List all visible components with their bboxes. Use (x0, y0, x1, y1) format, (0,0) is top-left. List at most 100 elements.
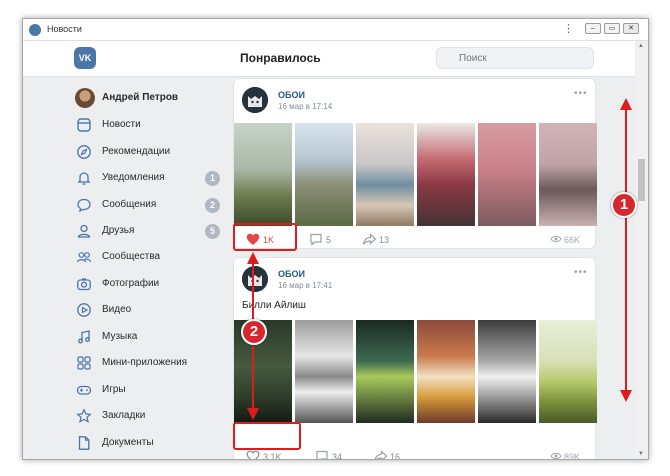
star-icon (76, 408, 92, 423)
post-photo[interactable] (539, 123, 597, 226)
post-photo[interactable] (417, 320, 475, 423)
post-photo[interactable] (234, 123, 292, 226)
like-highlight-box (233, 223, 297, 251)
post-photo[interactable] (295, 123, 353, 226)
views-count: 89K (564, 452, 581, 460)
vk-logo[interactable]: VK (74, 47, 96, 69)
comment-count: 5 (326, 235, 332, 245)
post-photo[interactable] (295, 320, 353, 423)
heart-outline-icon (246, 450, 260, 459)
sidebar-item-bookmarks[interactable]: Закладки (73, 405, 223, 427)
vk-app-icon (29, 24, 41, 36)
cat-logo-icon (242, 266, 268, 292)
sidebar-profile[interactable]: Андрей Петров (73, 87, 223, 109)
page-title: Понравилось (240, 51, 321, 65)
sidebar-item-label: Сообщения (102, 199, 157, 210)
sidebar-item-label: Музыка (102, 331, 138, 342)
eye-icon (550, 235, 562, 243)
post-photo[interactable] (478, 320, 536, 423)
sidebar-item-games[interactable]: Игры (73, 379, 223, 401)
feed: ОБОИ 16 мар в 17:14 ••• 1K 5 13 66K ОБОИ… (233, 77, 635, 460)
photo-strip (234, 123, 597, 226)
user-icon (77, 224, 91, 238)
sidebar-item-news[interactable]: Новости (73, 114, 223, 136)
maximize-button[interactable]: ▭ (604, 23, 620, 34)
comment-icon (316, 450, 328, 459)
window-menu-icon[interactable]: ⋮ (563, 22, 574, 35)
comment-count: 34 (332, 452, 343, 460)
like-count: 3,1K (263, 452, 282, 460)
sidebar-item-friends[interactable]: Друзья 5 (73, 220, 223, 242)
gamepad-icon (76, 385, 92, 395)
sidebar-item-label: Закладки (102, 410, 146, 421)
comment-icon (310, 233, 322, 246)
post-author[interactable]: ОБОИ (278, 90, 305, 100)
sidebar-item-mini-apps[interactable]: Мини-приложения (73, 352, 223, 374)
post-photo[interactable] (356, 320, 414, 423)
sidebar-item-video[interactable]: Видео (73, 299, 223, 321)
eye-icon (550, 452, 562, 459)
sidebar-item-label: Документы (102, 437, 154, 448)
community-avatar[interactable] (242, 266, 268, 292)
share-count: 13 (379, 235, 390, 245)
play-icon (77, 303, 91, 317)
scroll-thumb[interactable] (638, 159, 645, 201)
sidebar-item-label: Мини-приложения (102, 357, 188, 368)
music-icon (78, 330, 90, 344)
post-more-icon[interactable]: ••• (574, 88, 588, 99)
scroll-down-icon[interactable]: ▼ (638, 451, 644, 457)
sidebar-item-photos[interactable]: Фотографии (73, 273, 223, 295)
like-highlight-box (233, 422, 301, 450)
cat-logo-icon (242, 87, 268, 113)
sidebar-item-messages[interactable]: Сообщения 2 (73, 194, 223, 216)
sidebar-item-documents[interactable]: Документы (73, 432, 223, 454)
close-button[interactable]: ✕ (623, 23, 639, 34)
sidebar: Андрей Петров Новости Рекомендации Уведо… (23, 77, 233, 459)
step-marker-2: 2 (241, 319, 267, 345)
post-photo[interactable] (478, 123, 536, 226)
vertical-scrollbar[interactable]: ▲ ▼ (635, 41, 648, 459)
post-author[interactable]: ОБОИ (278, 269, 305, 279)
step-marker-1: 1 (611, 192, 637, 218)
friends-count-badge: 5 (205, 224, 220, 239)
share-count: 16 (390, 452, 401, 460)
title-bar: Новости ⋮ – ▭ ✕ (23, 19, 648, 41)
compass-icon (77, 145, 91, 159)
post-photo[interactable] (417, 123, 475, 226)
sidebar-item-label: Друзья (102, 225, 135, 236)
window-title: Новости (47, 24, 82, 34)
minimize-button[interactable]: – (585, 23, 601, 34)
post-photo[interactable] (356, 123, 414, 226)
post-more-icon[interactable]: ••• (574, 267, 588, 278)
document-icon (78, 436, 90, 450)
sidebar-item-label: Рекомендации (102, 146, 171, 157)
post-photo[interactable] (539, 320, 597, 423)
post-time[interactable]: 16 мар в 17:14 (278, 102, 332, 111)
top-bar: VK Понравилось (23, 41, 635, 77)
share-icon (374, 450, 388, 459)
app-window: Новости ⋮ – ▭ ✕ VK Понравилось Андрей Пе… (22, 18, 649, 460)
messages-count-badge: 2 (205, 198, 220, 213)
sidebar-item-label: Уведомления (102, 172, 165, 183)
camera-icon (77, 278, 91, 291)
sidebar-item-label: Сообщества (102, 251, 161, 262)
scroll-up-icon[interactable]: ▲ (638, 43, 644, 49)
sidebar-item-recommendations[interactable]: Рекомендации (73, 141, 223, 163)
sidebar-item-label: Новости (102, 119, 141, 130)
sidebar-item-notifications[interactable]: Уведомления 1 (73, 167, 223, 189)
sidebar-item-music[interactable]: Музыка (73, 326, 223, 348)
photo-strip (234, 320, 597, 423)
share-icon (362, 233, 377, 245)
views-count: 66K (564, 235, 581, 245)
sidebar-item-label: Видео (102, 304, 132, 315)
sidebar-item-communities[interactable]: Сообщества (73, 246, 223, 268)
search-input[interactable] (436, 47, 594, 69)
apps-icon (77, 356, 91, 370)
sidebar-item-label: Игры (102, 384, 126, 395)
community-avatar[interactable] (242, 87, 268, 113)
notification-count-badge: 1 (205, 171, 220, 186)
post-time[interactable]: 16 мар в 17:41 (278, 281, 332, 290)
news-icon (77, 118, 91, 132)
group-icon (76, 252, 92, 263)
bell-icon (77, 172, 91, 185)
